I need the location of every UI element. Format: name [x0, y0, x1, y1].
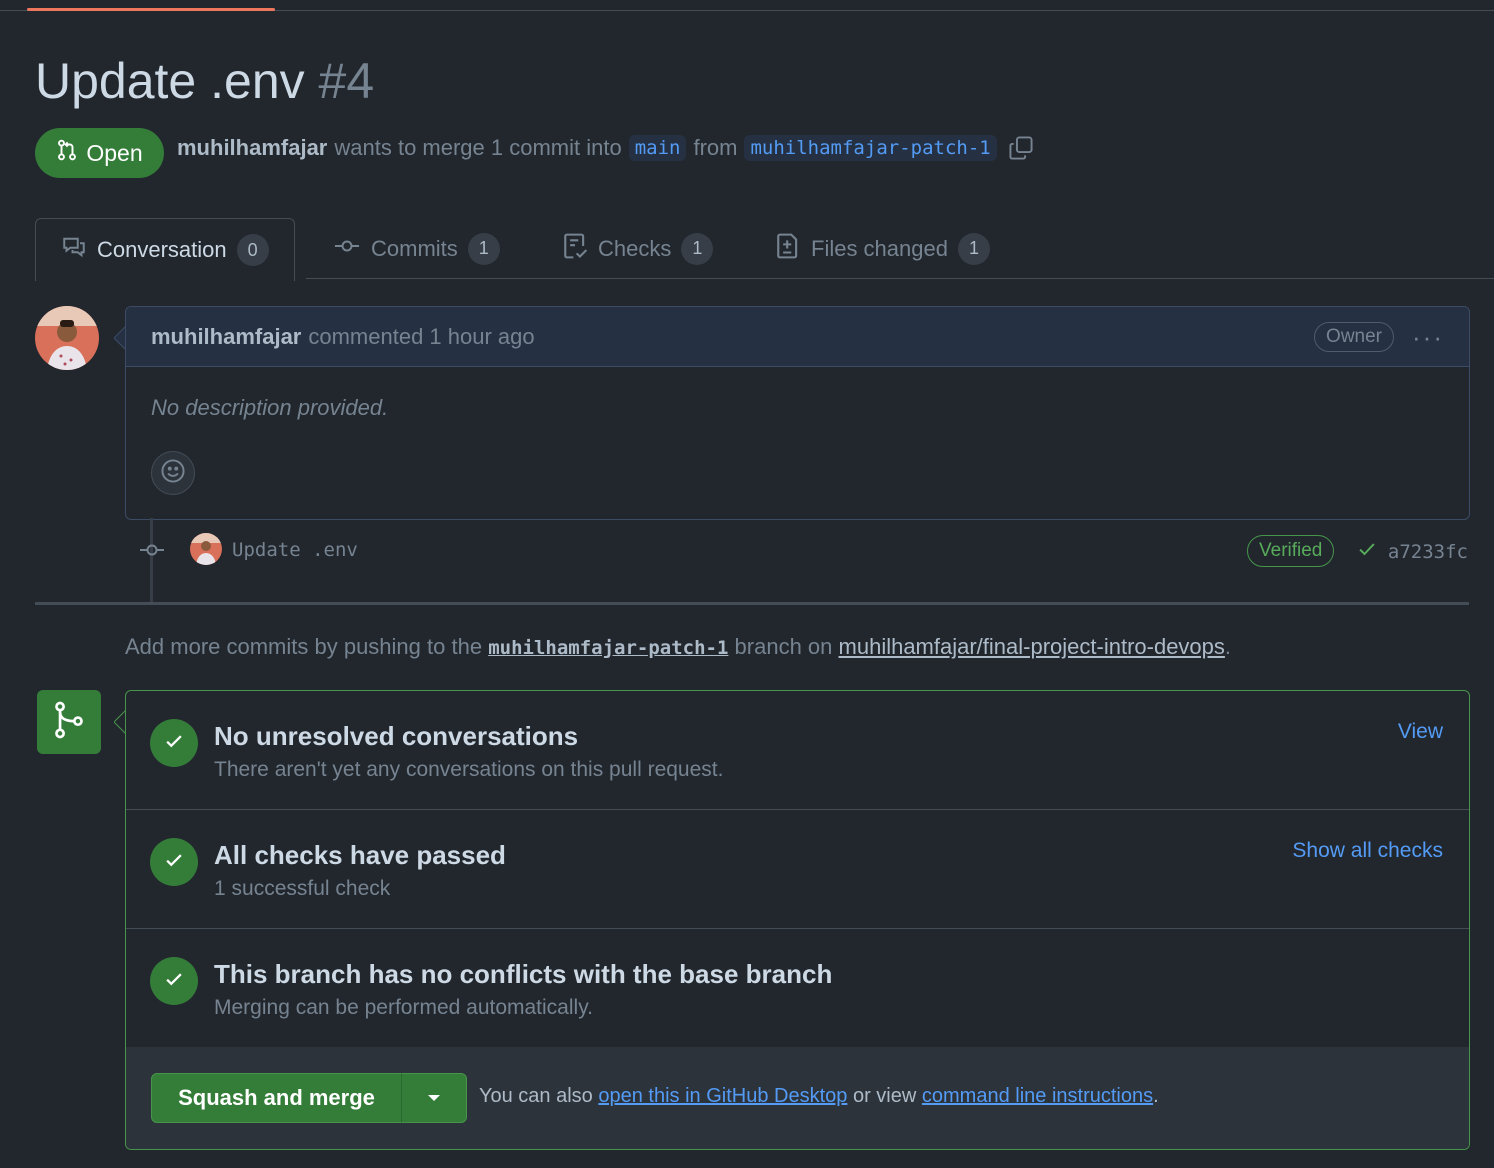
hint-branch-link[interactable]: muhilhamfajar-patch-1	[488, 637, 728, 659]
check-icon	[163, 968, 185, 995]
tab-counter: 1	[957, 232, 990, 265]
check-circle	[150, 719, 198, 767]
tab-label: Files changed	[811, 235, 948, 261]
or-view-text: or view	[852, 1085, 917, 1107]
file-diff-icon	[775, 232, 801, 266]
merge-box: No unresolved conversations There aren't…	[125, 690, 1470, 1150]
hint-suffix: .	[1224, 634, 1232, 659]
tab-label: Conversation	[97, 237, 227, 262]
check-circle	[150, 957, 198, 1005]
commit-icon	[138, 538, 166, 567]
comment-author[interactable]: muhilhamfajar	[151, 324, 301, 350]
command-line-link[interactable]: command line instructions	[922, 1085, 1153, 1107]
repo-link[interactable]: muhilhamfajar/final-project-intro-devops	[839, 634, 1225, 659]
pull-request-icon	[56, 138, 78, 168]
reaction-button[interactable]	[151, 451, 195, 495]
squash-and-merge-button[interactable]: Squash and merge	[151, 1073, 402, 1123]
view-link[interactable]: View	[1398, 720, 1443, 744]
commit-message[interactable]: Update .env	[232, 539, 358, 561]
page-title: Update .env #4	[35, 52, 374, 110]
comment-box: muhilhamfajar commented 1 hour ago Owner…	[125, 306, 1470, 520]
merge-alternatives: You can also open this in GitHub Desktop…	[479, 1085, 1159, 1108]
check-icon	[163, 730, 185, 757]
tab-label: Checks	[598, 235, 672, 261]
merge-check-subtitle: There aren't yet any conversations on th…	[214, 758, 724, 781]
show-all-checks-link[interactable]: Show all checks	[1292, 839, 1443, 863]
tab-label: Commits	[371, 235, 458, 261]
pr-tabs: Conversation 0 Commits 1 Checks 1 Files …	[35, 218, 1494, 281]
owner-badge: Owner	[1314, 321, 1395, 352]
add-commits-hint: Add more commits by pushing to the muhil…	[125, 634, 1231, 660]
merge-text: wants to merge 1 commit into	[334, 135, 622, 160]
git-merge-icon	[51, 701, 87, 744]
status-badge: Open	[35, 128, 164, 178]
tab-counter: 0	[236, 234, 269, 266]
status-label: Open	[86, 139, 143, 166]
commit-row: Update .env Verified a7233fc	[138, 532, 1468, 568]
kebab-menu-icon[interactable]: ···	[1412, 324, 1444, 350]
pr-meta: muhilhamfajar wants to merge 1 commit in…	[177, 135, 1034, 161]
merge-check-subtitle: Merging can be performed automatically.	[214, 996, 593, 1019]
base-branch[interactable]: main	[628, 135, 687, 161]
triangle-down-icon	[427, 1089, 441, 1107]
tab-files-changed[interactable]: Files changed 1	[775, 218, 990, 279]
tab-conversation[interactable]: Conversation 0	[35, 218, 295, 281]
merge-check-title: This branch has no conflicts with the ba…	[214, 959, 833, 989]
merge-check-title: All checks have passed	[214, 840, 506, 870]
merge-check-conflicts: This branch has no conflicts with the ba…	[126, 929, 1469, 1048]
merge-check-ci: All checks have passed 1 successful chec…	[126, 810, 1469, 929]
active-nav-underline	[27, 8, 275, 11]
merge-status-icon	[37, 690, 101, 754]
also-suffix: .	[1153, 1085, 1159, 1107]
checklist-icon	[562, 232, 588, 266]
check-icon	[163, 849, 185, 876]
tab-counter: 1	[681, 232, 714, 265]
comment-discussion-icon	[61, 235, 87, 265]
commit-avatar[interactable]	[190, 533, 222, 565]
tab-checks[interactable]: Checks 1	[562, 218, 714, 279]
hint-prefix: Add more commits by pushing to the	[125, 634, 483, 659]
verified-badge[interactable]: Verified	[1247, 535, 1335, 567]
copy-icon[interactable]	[1008, 135, 1034, 161]
pr-author-link[interactable]: muhilhamfajar	[177, 135, 327, 161]
check-circle	[150, 838, 198, 886]
pr-number: #4	[318, 53, 375, 109]
commit-sha-group: a7233fc	[1356, 539, 1468, 564]
timeline-separator	[35, 602, 1469, 605]
comment-header: muhilhamfajar commented 1 hour ago Owner…	[126, 307, 1469, 367]
tab-commits[interactable]: Commits 1	[333, 218, 500, 279]
tab-counter: 1	[467, 232, 500, 265]
comment-timestamp[interactable]: commented 1 hour ago	[308, 324, 534, 350]
merge-method-dropdown[interactable]	[401, 1073, 467, 1123]
commit-icon	[333, 234, 361, 264]
check-icon[interactable]	[1356, 539, 1378, 564]
from-text: from	[693, 135, 738, 160]
also-prefix: You can also	[479, 1085, 593, 1107]
pr-title-text: Update .env	[35, 53, 305, 109]
commit-sha[interactable]: a7233fc	[1388, 541, 1468, 563]
head-branch[interactable]: muhilhamfajar-patch-1	[744, 135, 997, 161]
merge-actions: Squash and merge You can also open this …	[126, 1047, 1469, 1149]
github-desktop-link[interactable]: open this in GitHub Desktop	[598, 1085, 847, 1107]
merge-check-subtitle: 1 successful check	[214, 877, 391, 900]
merge-check-conversations: No unresolved conversations There aren't…	[126, 691, 1469, 810]
comment-body: No description provided.	[151, 395, 389, 420]
hint-middle: branch on	[734, 634, 833, 659]
avatar[interactable]	[35, 306, 99, 370]
merge-check-title: No unresolved conversations	[214, 721, 579, 751]
smiley-icon	[160, 458, 186, 489]
